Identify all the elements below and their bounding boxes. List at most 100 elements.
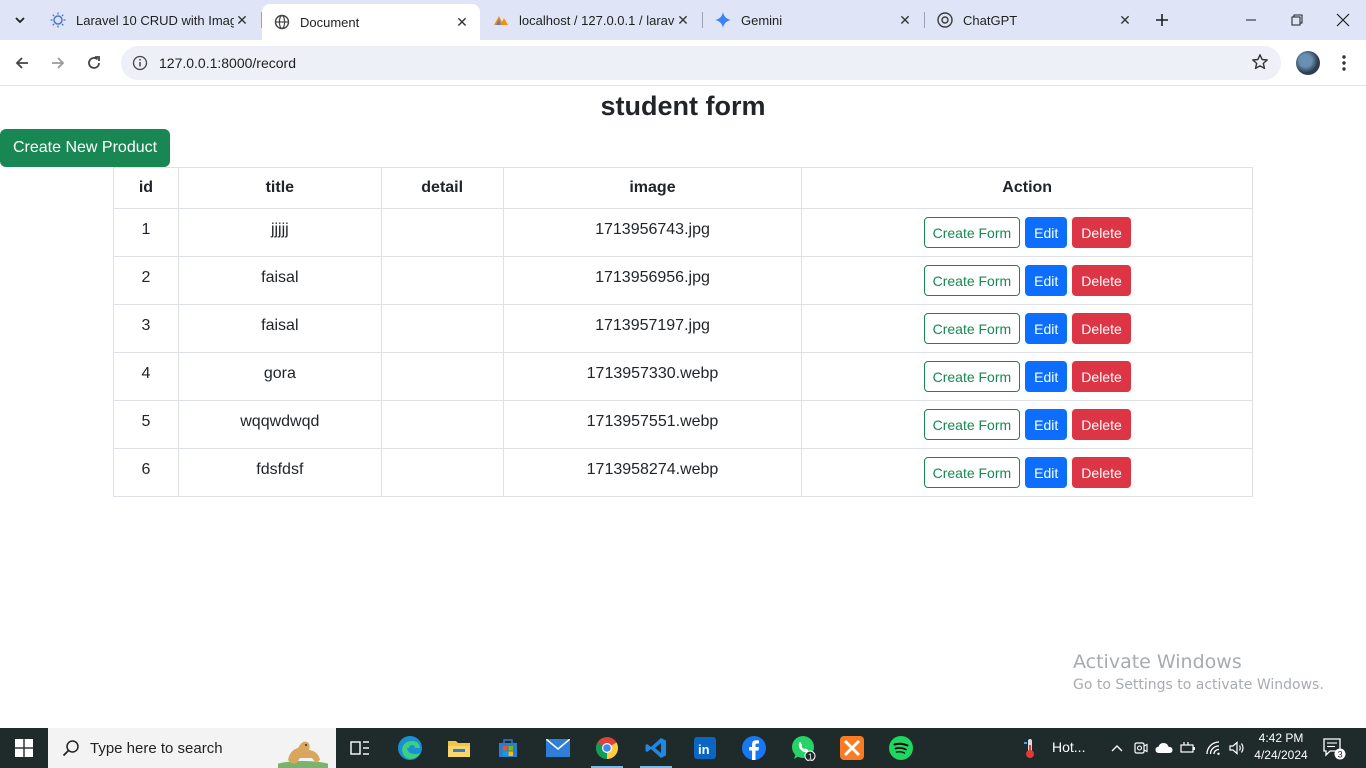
cell-id: 6 — [141, 460, 151, 478]
create-form-button[interactable]: Create Form — [923, 313, 1021, 344]
file-explorer-taskbar-button[interactable] — [439, 732, 479, 764]
create-form-button[interactable]: Create Form — [923, 361, 1021, 392]
facebook-taskbar-button[interactable] — [734, 732, 774, 764]
create-form-button[interactable]: Create Form — [923, 409, 1021, 440]
folder-icon — [448, 741, 470, 757]
reload-button[interactable] — [78, 47, 110, 79]
show-hidden-icons-button[interactable] — [1104, 732, 1130, 764]
tab-chatgpt[interactable]: ChatGPT ✕ — [925, 0, 1143, 40]
url-text[interactable]: 127.0.0.1:8000/record — [159, 55, 296, 71]
cell-image: 1713957197.jpg — [595, 316, 710, 334]
table-row: 5 wqqwdwqd 1713957551.webp Create Form E… — [113, 400, 1253, 449]
delete-button[interactable]: Delete — [1072, 217, 1131, 248]
edit-button[interactable]: Edit — [1025, 313, 1068, 344]
edit-button[interactable]: Edit — [1025, 217, 1068, 248]
notifications-button[interactable]: 3 — [1322, 736, 1346, 760]
create-form-button[interactable]: Create Form — [923, 457, 1021, 488]
close-icon[interactable]: ✕ — [234, 12, 250, 28]
plus-icon — [1156, 14, 1168, 26]
page-content: student form Create New Product id title… — [0, 87, 1366, 728]
close-icon[interactable]: ✕ — [675, 12, 691, 28]
site-info-icon[interactable] — [123, 55, 157, 71]
column-header-title: title — [177, 167, 382, 209]
onedrive-button[interactable] — [1153, 732, 1175, 764]
forward-button[interactable] — [42, 47, 74, 79]
whatsapp-taskbar-button[interactable]: 1 — [783, 732, 823, 764]
column-header-id: id — [113, 167, 179, 209]
tab-phpmyadmin[interactable]: localhost / 127.0.0.1 / larave ✕ — [481, 0, 701, 40]
volume-button[interactable] — [1226, 732, 1248, 764]
delete-button[interactable]: Delete — [1072, 265, 1131, 296]
search-highlight-illustration — [278, 741, 328, 768]
row-actions: Create Form Edit Delete — [802, 217, 1252, 248]
store-taskbar-button[interactable] — [488, 732, 528, 764]
vscode-taskbar-button[interactable] — [636, 732, 676, 768]
delete-button[interactable]: Delete — [1072, 361, 1131, 392]
close-icon[interactable]: ✕ — [1117, 12, 1133, 28]
cell-image: 1713956956.jpg — [595, 268, 710, 286]
profile-avatar[interactable] — [1296, 51, 1320, 75]
restore-button[interactable] — [1274, 0, 1320, 40]
cloud-icon — [1155, 743, 1173, 753]
task-view-button[interactable] — [340, 732, 380, 764]
taskbar-search[interactable]: Type here to search — [48, 728, 336, 768]
address-bar[interactable]: 127.0.0.1:8000/record — [121, 46, 1281, 80]
whatsapp-badge: 1 — [808, 753, 813, 762]
taskbar-clock[interactable]: 4:42 PM 4/24/2024 — [1252, 730, 1310, 764]
tab-search-button[interactable] — [6, 6, 34, 34]
chrome-icon — [596, 737, 618, 759]
arrow-right-icon — [52, 57, 65, 69]
cell-image: 1713957330.webp — [586, 364, 719, 382]
svg-text:in: in — [698, 742, 710, 757]
chrome-taskbar-button[interactable] — [587, 732, 627, 768]
mail-taskbar-button[interactable] — [538, 732, 578, 764]
watermark-title: Activate Windows — [1073, 651, 1242, 673]
cell-image: 1713958274.webp — [586, 460, 719, 478]
minimize-button[interactable] — [1228, 0, 1274, 40]
column-header-detail: detail — [380, 167, 504, 209]
create-form-button[interactable]: Create Form — [923, 217, 1021, 248]
network-button[interactable] — [1202, 732, 1224, 764]
weather-button[interactable] — [1015, 732, 1045, 764]
clock-date: 4/24/2024 — [1254, 748, 1308, 762]
delete-button[interactable]: Delete — [1072, 313, 1131, 344]
linkedin-taskbar-button[interactable]: in — [685, 732, 725, 764]
delete-button[interactable]: Delete — [1072, 409, 1131, 440]
start-button[interactable] — [0, 728, 48, 768]
close-window-button[interactable] — [1320, 0, 1366, 40]
speaker-icon — [1229, 741, 1244, 755]
task-view-icon — [350, 741, 369, 755]
globe-icon — [274, 14, 290, 30]
cell-id: 1 — [141, 220, 151, 238]
edit-button[interactable]: Edit — [1025, 457, 1068, 488]
notification-count: 3 — [1338, 750, 1343, 760]
edit-button[interactable]: Edit — [1025, 361, 1068, 392]
edit-button[interactable]: Edit — [1025, 409, 1068, 440]
close-icon[interactable]: ✕ — [897, 12, 913, 28]
clock-time: 4:42 PM — [1258, 731, 1304, 745]
create-new-product-button[interactable]: Create New Product — [0, 129, 171, 167]
create-form-button[interactable]: Create Form — [923, 265, 1021, 296]
cell-title: faisal — [261, 316, 299, 334]
gemini-icon — [715, 12, 731, 28]
weather-text[interactable]: Hot... — [1052, 739, 1085, 755]
meet-now-button[interactable] — [1130, 732, 1152, 764]
close-icon[interactable]: ✕ — [454, 14, 470, 30]
back-button[interactable] — [6, 47, 38, 79]
edge-taskbar-button[interactable] — [390, 732, 430, 764]
battery-button[interactable] — [1177, 732, 1199, 764]
tab-laravel-crud[interactable]: Laravel 10 CRUD with Image ✕ — [38, 0, 260, 40]
row-actions: Create Form Edit Delete — [802, 313, 1252, 344]
table-row: 1 jjjjj 1713956743.jpg Create Form Edit … — [113, 208, 1253, 257]
xampp-taskbar-button[interactable] — [832, 732, 872, 764]
battery-plug-icon — [1180, 742, 1195, 753]
tab-document[interactable]: Document ✕ — [262, 4, 480, 40]
spotify-taskbar-button[interactable] — [881, 732, 921, 764]
cell-id: 5 — [141, 412, 151, 430]
delete-button[interactable]: Delete — [1072, 457, 1131, 488]
new-tab-button[interactable] — [1148, 6, 1176, 34]
edit-button[interactable]: Edit — [1025, 265, 1068, 296]
browser-menu-button[interactable] — [1330, 47, 1358, 79]
tab-gemini[interactable]: Gemini ✕ — [703, 0, 923, 40]
bookmark-star-icon[interactable] — [1251, 53, 1269, 76]
